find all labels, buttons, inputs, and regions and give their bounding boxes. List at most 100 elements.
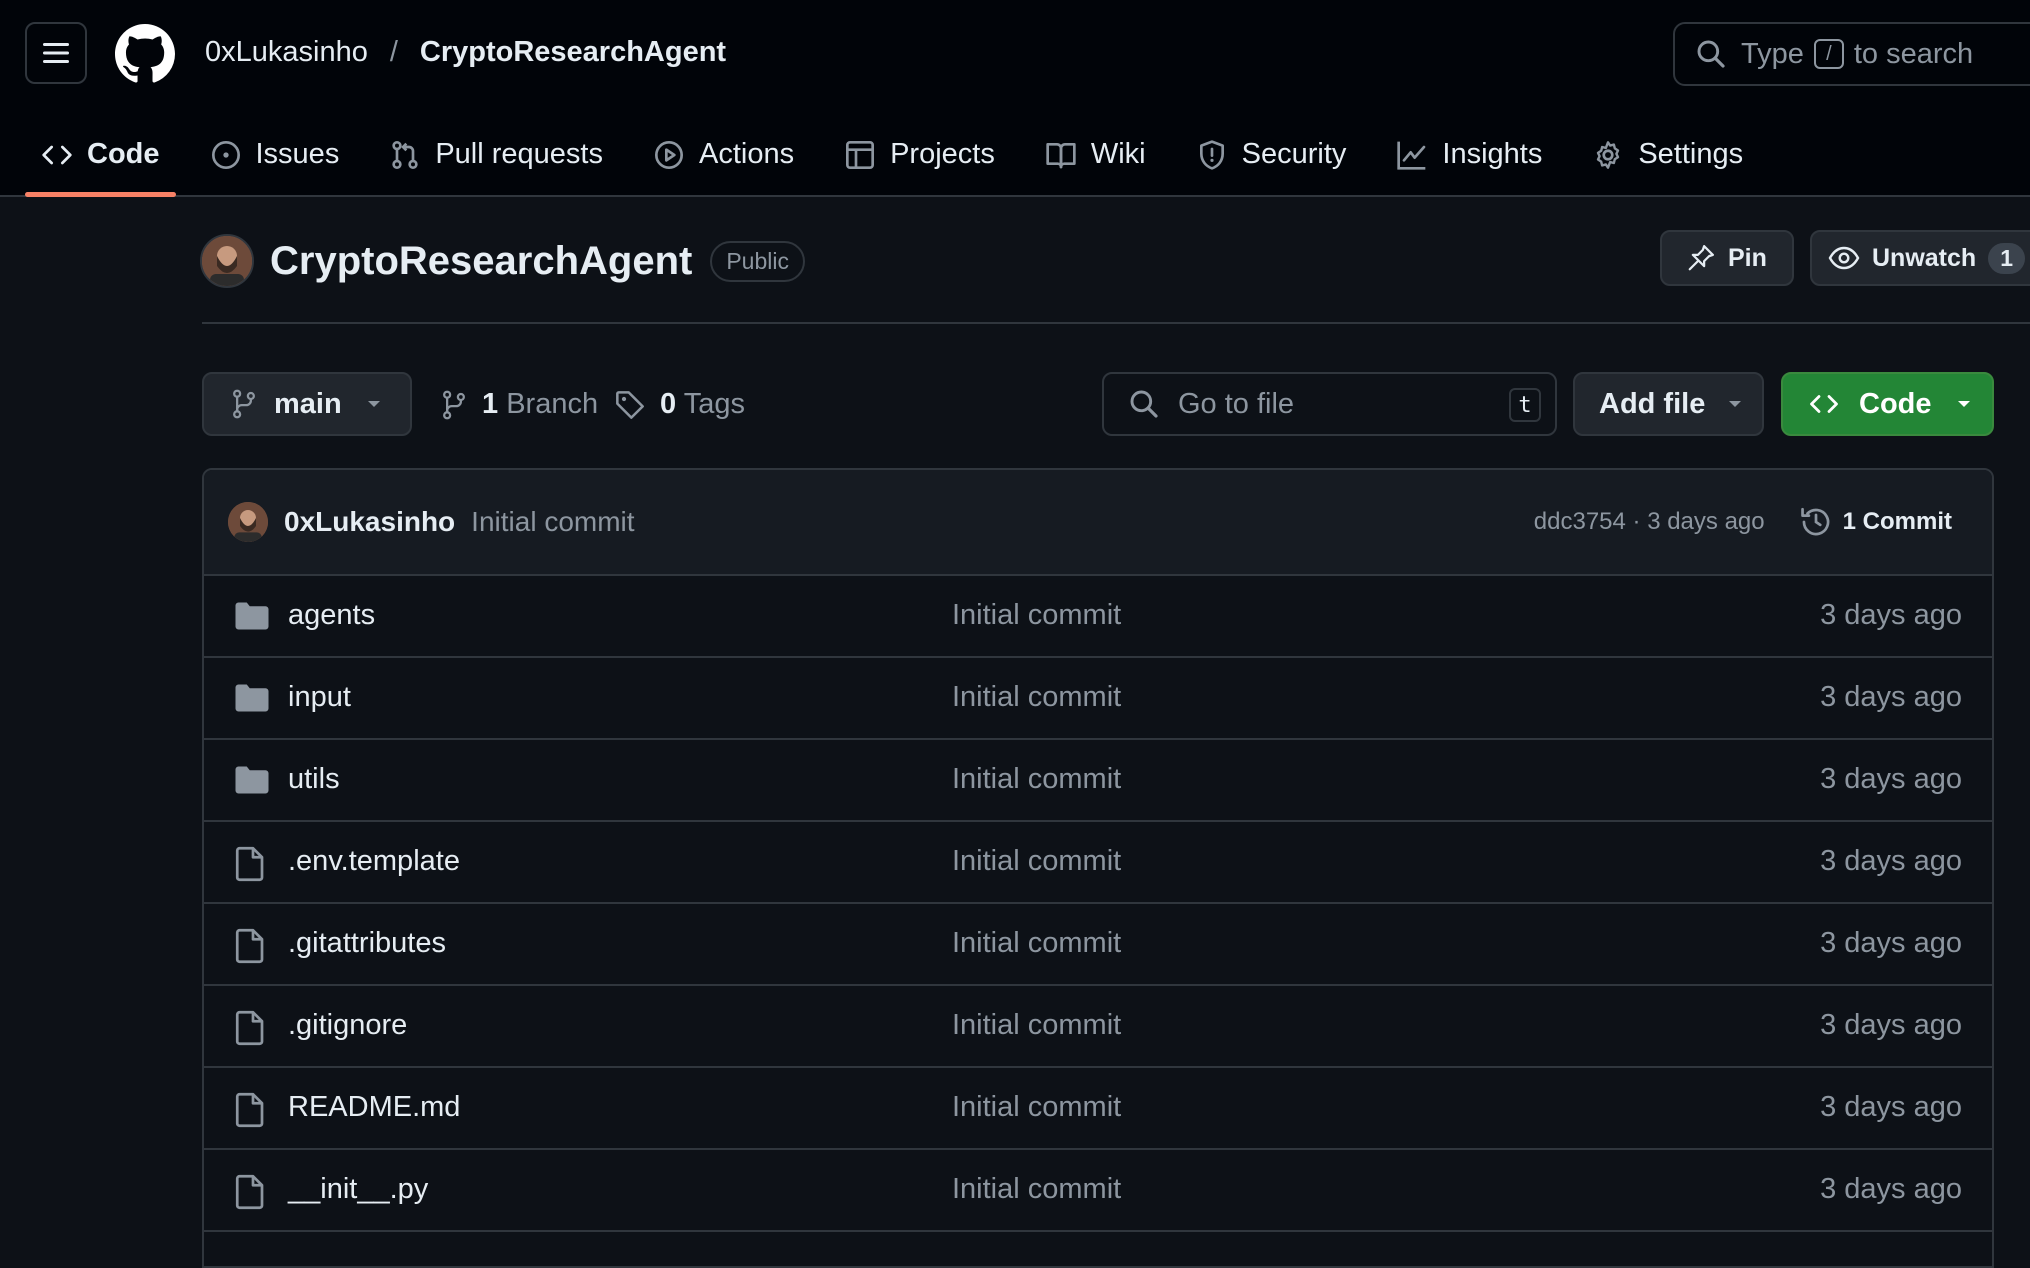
tab-label: Issues bbox=[255, 138, 340, 170]
repo-name[interactable]: CryptoResearchAgent bbox=[270, 239, 692, 284]
file-icon bbox=[234, 1010, 266, 1046]
commit-label: Commit bbox=[1862, 508, 1952, 535]
owner-avatar[interactable] bbox=[200, 234, 254, 288]
file-commit-date: 3 days ago bbox=[1820, 763, 1962, 795]
table-row[interactable]: utils Initial commit 3 days ago bbox=[204, 740, 1992, 822]
file-table: 0xLukasinho Initial commit ddc3754 · 3 d… bbox=[202, 468, 1994, 1268]
file-commit-message[interactable]: Initial commit bbox=[952, 599, 1121, 632]
folder-icon bbox=[234, 682, 270, 714]
branch-name: main bbox=[274, 387, 342, 420]
github-logo-icon[interactable] bbox=[115, 24, 175, 84]
table-row[interactable]: __init__.py Initial commit 3 days ago bbox=[204, 1150, 1992, 1232]
pin-button[interactable]: Pin bbox=[1660, 230, 1794, 286]
file-commit-date: 3 days ago bbox=[1820, 681, 1962, 713]
pin-icon bbox=[1688, 245, 1714, 271]
file-name-link[interactable]: .env.template bbox=[288, 845, 460, 878]
tab-code[interactable]: Code bbox=[25, 112, 176, 197]
file-commit-message[interactable]: Initial commit bbox=[952, 681, 1121, 714]
menu-button[interactable] bbox=[25, 22, 87, 84]
commit-hash-time[interactable]: ddc3754 · 3 days ago bbox=[1534, 508, 1765, 536]
chevron-down-icon bbox=[1729, 401, 1742, 407]
table-row[interactable]: .env.template Initial commit 3 days ago bbox=[204, 822, 1992, 904]
file-name-link[interactable]: __init__.py bbox=[288, 1173, 428, 1206]
tab-security[interactable]: Security bbox=[1180, 112, 1363, 179]
file-name-link[interactable]: README.md bbox=[288, 1091, 460, 1124]
file-commit-message[interactable]: Initial commit bbox=[952, 1009, 1121, 1042]
file-commit-message[interactable]: Initial commit bbox=[952, 927, 1121, 960]
chevron-down-icon bbox=[1957, 401, 1970, 407]
tab-wiki[interactable]: Wiki bbox=[1029, 112, 1162, 179]
add-file-button[interactable]: Add file bbox=[1573, 372, 1764, 436]
tab-label: Security bbox=[1241, 138, 1347, 170]
go-to-file-input[interactable]: Go to file t bbox=[1102, 372, 1557, 436]
breadcrumb-separator: / bbox=[389, 36, 398, 68]
file-name-link[interactable]: .gitignore bbox=[288, 1009, 407, 1042]
file-commit-message[interactable]: Initial commit bbox=[952, 1091, 1121, 1124]
search-icon bbox=[1697, 40, 1725, 68]
avatar[interactable] bbox=[228, 502, 268, 542]
search-suffix: to search bbox=[1853, 37, 1974, 70]
file-name-link[interactable]: agents bbox=[288, 599, 375, 632]
branches-link[interactable]: 1 Branch bbox=[440, 388, 598, 421]
file-commit-date: 3 days ago bbox=[1820, 845, 1962, 877]
tab-label: Pull requests bbox=[435, 138, 603, 170]
repo-link[interactable]: CryptoResearchAgent bbox=[420, 36, 726, 69]
tab-pull-requests[interactable]: Pull requests bbox=[373, 112, 619, 179]
go-to-file-shortcut: t bbox=[1509, 388, 1541, 422]
file-commit-date: 3 days ago bbox=[1820, 599, 1962, 631]
file-icon bbox=[234, 1174, 266, 1210]
tag-count: 0 bbox=[660, 388, 677, 420]
pull-request-icon bbox=[392, 140, 418, 169]
breadcrumb: 0xLukasinho / CryptoResearchAgent bbox=[205, 36, 726, 69]
graph-icon bbox=[1397, 141, 1426, 170]
unwatch-button[interactable]: Unwatch 1 bbox=[1810, 230, 2030, 286]
tab-actions[interactable]: Actions bbox=[637, 112, 810, 179]
play-icon bbox=[654, 140, 683, 169]
commit-author[interactable]: 0xLukasinho bbox=[284, 506, 455, 538]
repo-nav-tabs: Code Issues Pull requests Actions Projec… bbox=[25, 112, 1777, 197]
commit-message[interactable]: Initial commit bbox=[471, 506, 634, 538]
gear-icon bbox=[1597, 140, 1620, 169]
tab-issues[interactable]: Issues bbox=[194, 112, 356, 179]
tag-label: Tags bbox=[683, 388, 745, 420]
file-commit-message[interactable]: Initial commit bbox=[952, 763, 1121, 796]
owner-link[interactable]: 0xLukasinho bbox=[205, 36, 368, 69]
table-row[interactable]: input Initial commit 3 days ago bbox=[204, 658, 1992, 740]
tab-settings[interactable]: Settings bbox=[1576, 112, 1759, 179]
pin-label: Pin bbox=[1728, 243, 1767, 272]
branch-count: 1 bbox=[482, 388, 499, 420]
file-commit-message[interactable]: Initial commit bbox=[952, 1173, 1121, 1206]
table-row[interactable]: .gitignore Initial commit 3 days ago bbox=[204, 986, 1992, 1068]
table-row[interactable]: README.md Initial commit 3 days ago bbox=[204, 1068, 1992, 1150]
table-icon bbox=[846, 140, 875, 169]
branch-selector[interactable]: main bbox=[202, 372, 412, 436]
folder-icon bbox=[234, 600, 270, 632]
file-list: agents Initial commit 3 days ago input Initi… bbox=[204, 576, 1992, 1232]
global-search[interactable]: Type / to search bbox=[1673, 22, 2030, 86]
code-icon bbox=[1810, 395, 1838, 413]
tab-insights[interactable]: Insights bbox=[1380, 112, 1558, 179]
commit-count: 1 bbox=[1842, 508, 1856, 535]
table-row[interactable]: .gitattributes Initial commit 3 days ago bbox=[204, 904, 1992, 986]
search-prefix: Type bbox=[1741, 37, 1804, 70]
tab-label: Insights bbox=[1442, 138, 1543, 170]
code-button[interactable]: Code bbox=[1781, 372, 1994, 436]
tab-projects[interactable]: Projects bbox=[828, 112, 1011, 179]
table-row[interactable]: agents Initial commit 3 days ago bbox=[204, 576, 1992, 658]
tags-link[interactable]: 0 Tags bbox=[614, 388, 745, 421]
file-name-link[interactable]: input bbox=[288, 681, 351, 714]
folder-icon bbox=[234, 764, 270, 796]
tab-label: Settings bbox=[1638, 138, 1744, 170]
file-commit-message[interactable]: Initial commit bbox=[952, 845, 1121, 878]
search-shortcut-key: / bbox=[1813, 39, 1844, 69]
tab-label: Wiki bbox=[1090, 138, 1146, 170]
global-header: 0xLukasinho / CryptoResearchAgent Type /… bbox=[0, 0, 2030, 197]
commit-history-link[interactable]: 1 Commit bbox=[1799, 505, 1952, 539]
file-name-link[interactable]: utils bbox=[288, 763, 340, 796]
file-name-link[interactable]: .gitattributes bbox=[288, 927, 446, 960]
file-commit-date: 3 days ago bbox=[1820, 1009, 1962, 1041]
tab-label: Actions bbox=[698, 138, 795, 170]
unwatch-label: Unwatch bbox=[1872, 243, 1977, 272]
code-button-label: Code bbox=[1859, 387, 1932, 420]
branch-icon bbox=[233, 389, 255, 419]
